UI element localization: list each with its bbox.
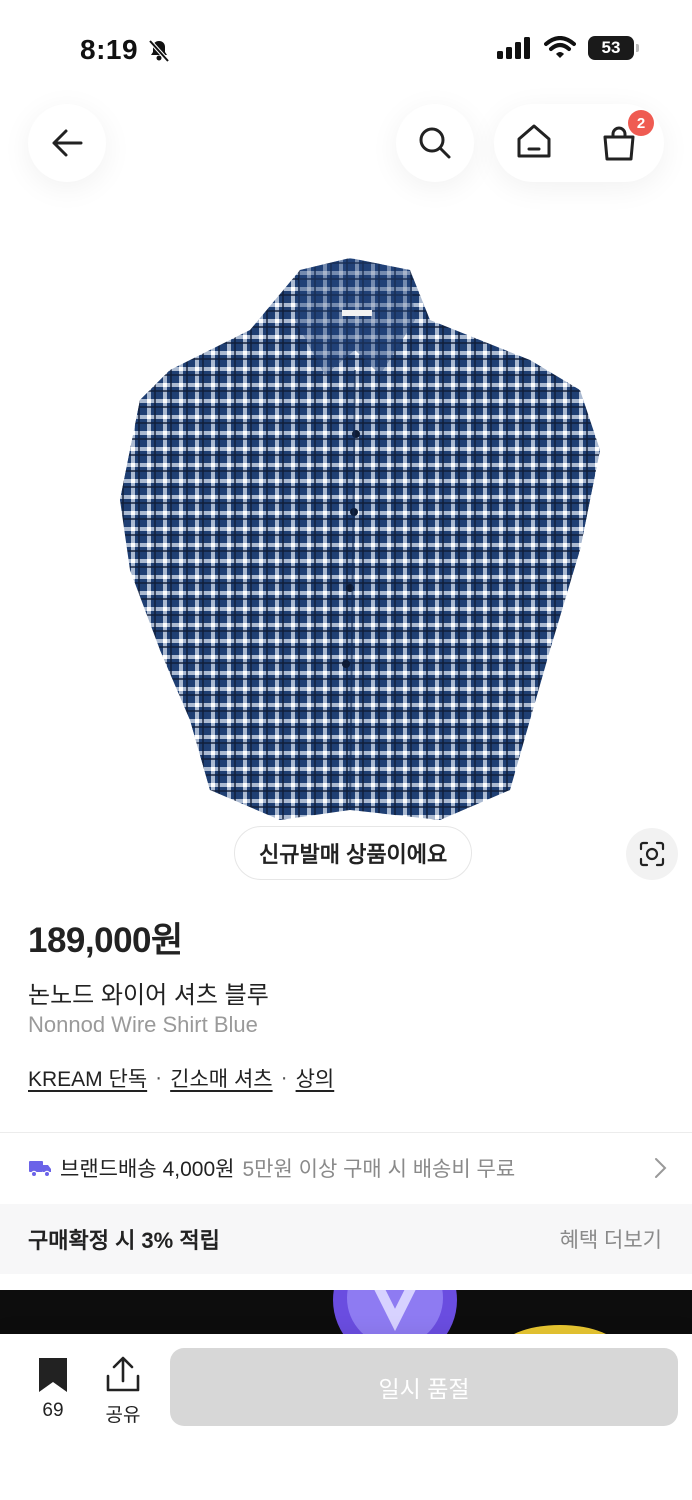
- search-button[interactable]: [396, 104, 474, 182]
- share-button[interactable]: 공유: [100, 1356, 146, 1427]
- promo-banner[interactable]: [0, 1290, 692, 1340]
- more-benefits-link[interactable]: 혜택 더보기: [560, 1224, 662, 1254]
- search-icon: [419, 127, 451, 159]
- promo-banner-art: [333, 1290, 615, 1340]
- status-right: 53: [496, 36, 639, 60]
- new-release-badge: 신규발매 상품이에요: [234, 826, 473, 880]
- share-label: 공유: [105, 1405, 141, 1426]
- breadcrumb-link-category[interactable]: 긴소매 셔츠: [170, 1063, 272, 1093]
- home-icon: [517, 124, 551, 157]
- breadcrumb-separator: ·: [280, 1066, 288, 1089]
- cart-button[interactable]: 2: [594, 110, 654, 168]
- wishlist-button[interactable]: 69: [30, 1356, 76, 1422]
- shipping-fee: 4,000원: [162, 1158, 235, 1181]
- shipping-info-row[interactable]: 브랜드배송 4,000원 5만원 이상 구매 시 배송비 무료: [28, 1150, 668, 1186]
- product-name-english: Nonnod Wire Shirt Blue: [28, 1012, 258, 1037]
- delivery-truck-icon: [29, 1161, 51, 1178]
- breadcrumb-link-exclusive[interactable]: KREAM 단독: [28, 1063, 147, 1093]
- product-image[interactable]: [110, 250, 610, 830]
- reward-text: 구매확정 시 3% 적립: [28, 1228, 220, 1253]
- section-divider: [0, 1132, 692, 1133]
- product-name-korean: 논노드 와이어 셔츠 블루: [28, 982, 269, 1009]
- status-time: 8:19: [80, 34, 139, 65]
- breadcrumb-link-parent[interactable]: 상의: [296, 1063, 335, 1093]
- shipping-type: 브랜드배송: [60, 1158, 157, 1181]
- wishlist-count: 69: [42, 1400, 64, 1421]
- lens-icon: [639, 841, 665, 867]
- image-search-button[interactable]: [626, 828, 678, 880]
- free-shipping-note: 5만원 이상 구매 시 배송비 무료: [242, 1158, 516, 1181]
- silent-bell-icon: [148, 39, 170, 63]
- wifi-icon: [544, 36, 576, 58]
- battery-indicator: 53: [588, 36, 639, 60]
- back-button[interactable]: [28, 104, 106, 182]
- home-button[interactable]: [514, 121, 554, 166]
- breadcrumb-separator: ·: [155, 1066, 163, 1089]
- cellular-signal-icon: [497, 37, 530, 59]
- sold-out-button[interactable]: 일시 품절: [170, 1348, 678, 1426]
- arrow-left-icon: [52, 129, 83, 157]
- chevron-right-icon: [655, 1158, 667, 1178]
- benefit-row[interactable]: 구매확정 시 3% 적립 혜택 더보기: [0, 1204, 692, 1274]
- product-price: 189,000원: [28, 921, 183, 960]
- share-icon: [106, 1356, 140, 1392]
- cart-count-badge: 2: [628, 110, 654, 136]
- bookmark-icon: [39, 1358, 67, 1392]
- category-breadcrumb: KREAM 단독 · 긴소매 셔츠 · 상의: [28, 1063, 334, 1093]
- home-cart-group: 2: [494, 104, 664, 182]
